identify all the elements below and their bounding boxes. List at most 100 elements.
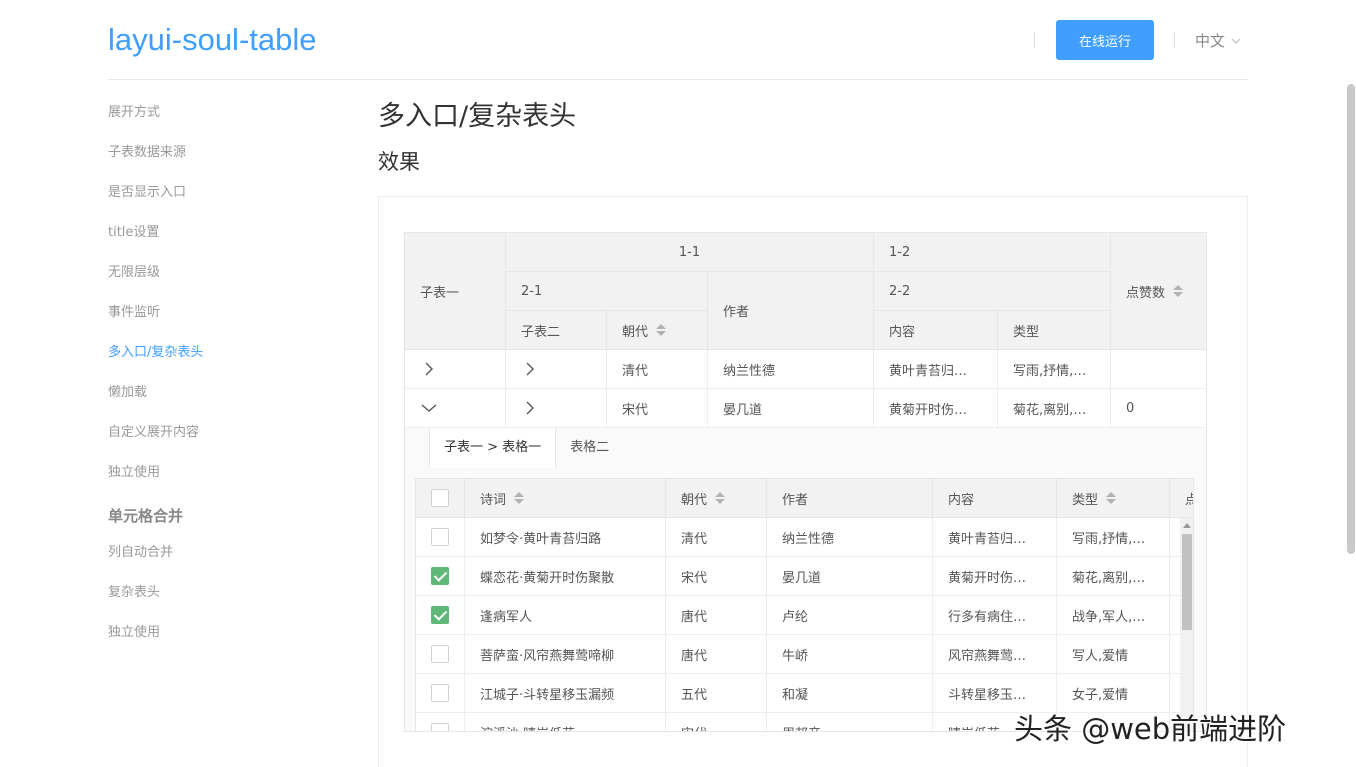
page-scrollbar-thumb[interactable]	[1347, 84, 1355, 554]
chevron-right-icon	[526, 362, 534, 376]
row-checkbox-cell	[416, 557, 465, 596]
sidebar-item-custom-expand[interactable]: 自定义展开内容	[108, 410, 328, 450]
language-label: 中文	[1195, 32, 1226, 50]
cell-dynasty: 五代	[666, 674, 767, 713]
cell-author: 晏几道	[767, 557, 933, 596]
row-checkbox[interactable]	[431, 528, 449, 546]
header-dynasty-label: 朝代	[622, 324, 649, 340]
site-logo[interactable]: layui-soul-table	[108, 22, 317, 58]
sidebar-item-show-entry[interactable]: 是否显示入口	[108, 170, 328, 210]
cell-content: 黄叶青苔归…	[874, 350, 998, 389]
cell-dynasty: 唐代	[666, 635, 767, 674]
cell-poem: 菩萨蛮·风帘燕舞莺啼柳	[465, 635, 666, 674]
header-dynasty[interactable]: 朝代	[607, 311, 708, 350]
cell-dynasty: 清代	[666, 518, 767, 557]
header-child-table-1: 子表一	[405, 233, 506, 350]
chevron-down-icon	[421, 404, 437, 412]
sidebar-item-standalone-2[interactable]: 独立使用	[108, 610, 328, 650]
sort-icon[interactable]	[1106, 492, 1117, 504]
sidebar-item-lazy-load[interactable]: 懒加载	[108, 370, 328, 410]
select-all-cell	[416, 479, 465, 518]
header-child-table-2: 子表二	[506, 311, 607, 350]
cell-author: 和凝	[767, 674, 933, 713]
cell-author: 晏几道	[708, 389, 874, 428]
run-online-button[interactable]: 在线运行	[1056, 20, 1154, 60]
cell-dynasty: 宋代	[666, 713, 767, 731]
watermark: 头条 @web前端进阶	[1014, 712, 1287, 746]
cell-author: 牛峤	[767, 635, 933, 674]
cell-type: 写雨,抒情,…	[1057, 518, 1170, 557]
inner-scrollbar[interactable]	[1180, 518, 1193, 731]
row-checkbox[interactable]	[431, 684, 449, 702]
sort-icon[interactable]	[514, 492, 525, 504]
row-checkbox[interactable]	[431, 606, 449, 624]
inner-header-poem[interactable]: 诗词	[465, 479, 666, 518]
collapse-toggle-child1[interactable]	[405, 389, 506, 428]
chevron-right-icon	[425, 362, 433, 376]
cell-likes	[1111, 350, 1206, 389]
sidebar-item-title-settings[interactable]: title设置	[108, 210, 328, 250]
sort-icon[interactable]	[656, 324, 667, 336]
expand-toggle-child2[interactable]	[506, 350, 607, 389]
cell-dynasty: 唐代	[666, 596, 767, 635]
inner-header-type-label: 类型	[1072, 492, 1099, 508]
tab-table-1[interactable]: 子表一 > 表格一	[429, 428, 557, 468]
child-tabs: 子表一 > 表格一 表格二	[429, 428, 623, 468]
sidebar-item-auto-merge[interactable]: 列自动合并	[108, 530, 328, 570]
cell-dynasty: 宋代	[666, 557, 767, 596]
sidebar-item-multi-entry[interactable]: 多入口/复杂表头	[108, 330, 328, 370]
cell-type: 战争,军人,…	[1057, 596, 1170, 635]
demo-box: 子表一 1-1 1-2 点赞数 2-1 作者 2-2 子表二 朝代 内容 类型 …	[378, 196, 1248, 767]
inner-scrollbar-thumb[interactable]	[1182, 534, 1192, 630]
cell-content: 黄叶青苔归…	[933, 518, 1057, 557]
sidebar-item-infinite-levels[interactable]: 无限层级	[108, 250, 328, 290]
cell-dynasty: 清代	[607, 350, 708, 389]
cell-likes: 0	[1111, 389, 1206, 428]
sidebar-item-standalone[interactable]: 独立使用	[108, 450, 328, 490]
scroll-up-icon[interactable]	[1183, 523, 1191, 528]
header-group-1-2: 1-2	[874, 233, 1111, 272]
cell-author: 纳兰性德	[767, 518, 933, 557]
row-checkbox[interactable]	[431, 645, 449, 663]
outer-table: 子表一 1-1 1-2 点赞数 2-1 作者 2-2 子表二 朝代 内容 类型 …	[404, 232, 1207, 732]
sidebar-item-event-listen[interactable]: 事件监听	[108, 290, 328, 330]
inner-header-likes: 点	[1170, 479, 1193, 518]
cell-type: 写雨,抒情,…	[998, 350, 1111, 389]
cell-content: 行多有病住…	[933, 596, 1057, 635]
section-title: 效果	[378, 150, 420, 174]
header-likes[interactable]: 点赞数	[1111, 233, 1206, 350]
language-selector[interactable]: 中文	[1195, 30, 1241, 51]
sort-icon[interactable]	[1173, 285, 1184, 297]
page-scrollbar[interactable]	[1346, 84, 1356, 767]
header-group-2-1: 2-1	[506, 272, 708, 311]
sidebar-nav: 展开方式 子表数据来源 是否显示入口 title设置 无限层级 事件监听 多入口…	[108, 90, 328, 650]
header-divider	[1174, 32, 1175, 48]
row-checkbox[interactable]	[431, 567, 449, 585]
cell-poem: 蝶恋花·黄菊开时伤聚散	[465, 557, 666, 596]
cell-author: 卢纶	[767, 596, 933, 635]
sidebar-item-expand-mode[interactable]: 展开方式	[108, 90, 328, 130]
inner-header-type[interactable]: 类型	[1057, 479, 1170, 518]
sidebar-item-complex-header[interactable]: 复杂表头	[108, 570, 328, 610]
header-author: 作者	[708, 272, 874, 350]
cell-type: 菊花,离别,…	[998, 389, 1111, 428]
cell-author: 周邦彦	[767, 713, 933, 731]
row-checkbox-cell	[416, 635, 465, 674]
cell-type: 写人,爱情	[1057, 635, 1170, 674]
expand-toggle-child1[interactable]	[405, 350, 506, 389]
header-group-1-1: 1-1	[506, 233, 874, 272]
cell-content: 黄菊开时伤…	[874, 389, 998, 428]
sort-icon[interactable]	[715, 492, 726, 504]
inner-header-content: 内容	[933, 479, 1057, 518]
sidebar-item-data-source[interactable]: 子表数据来源	[108, 130, 328, 170]
expand-toggle-child2[interactable]	[506, 389, 607, 428]
row-checkbox-cell	[416, 596, 465, 635]
cell-dynasty: 宋代	[607, 389, 708, 428]
inner-header-dynasty[interactable]: 朝代	[666, 479, 767, 518]
cell-type: 菊花,离别,…	[1057, 557, 1170, 596]
row-checkbox[interactable]	[431, 723, 449, 731]
tab-table-2[interactable]: 表格二	[556, 428, 623, 468]
select-all-checkbox[interactable]	[431, 489, 449, 507]
cell-poem: 浣溪沙·晴岸低花	[465, 713, 666, 731]
top-header: layui-soul-table 在线运行 中文	[108, 0, 1248, 80]
